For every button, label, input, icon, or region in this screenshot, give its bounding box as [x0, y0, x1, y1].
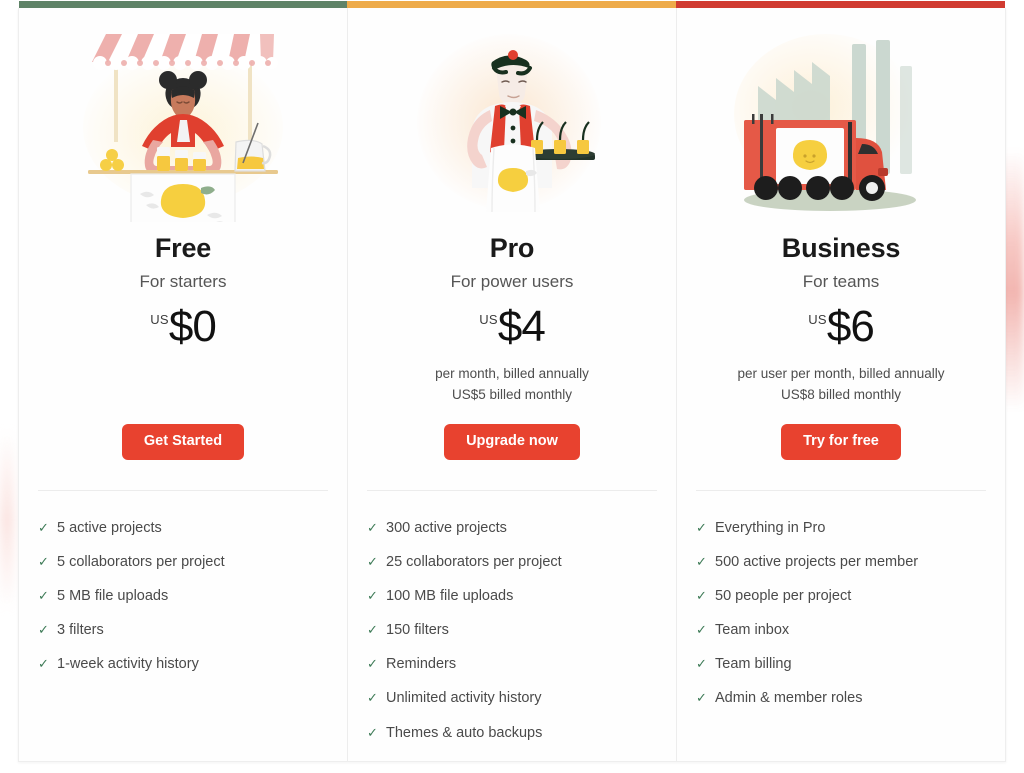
plan-cta-button[interactable]: Upgrade now: [444, 423, 580, 460]
plan-name: Free: [154, 233, 212, 263]
plan-card-business: Business For teams US $6 per user per month,…: [676, 1, 1005, 761]
delivery-truck-illustration: [726, 22, 956, 222]
check-icon: ✓: [696, 519, 707, 535]
feature-item: ✓ 150 filters: [367, 621, 657, 639]
feature-item: ✓ 100 MB file uploads: [367, 587, 657, 605]
feature-item: ✓ 1-week activity history: [38, 655, 328, 673]
check-icon: ✓: [367, 656, 378, 672]
feature-label: Team inbox: [715, 622, 790, 639]
price-currency: US: [479, 312, 498, 328]
section-divider: [367, 489, 657, 491]
check-icon: ✓: [696, 553, 707, 569]
feature-item: ✓ 5 collaborators per project: [38, 553, 328, 571]
plan-tagline: For starters: [139, 271, 227, 291]
feature-item: ✓ 3 filters: [38, 621, 328, 639]
feature-label: 25 collaborators per project: [386, 553, 562, 570]
billing-line-secondary: US$5 billed monthly: [451, 386, 573, 402]
check-icon: ✓: [38, 519, 49, 535]
feature-item: ✓ 5 MB file uploads: [38, 587, 328, 605]
feature-list: ✓ 5 active projects ✓ 5 collaborators per p…: [38, 519, 328, 690]
feature-label: Team billing: [715, 656, 792, 673]
feature-item: ✓ Team billing: [696, 655, 986, 673]
feature-label: 500 active projects per member: [715, 553, 919, 570]
feature-label: 5 collaborators per project: [57, 553, 225, 570]
feature-item: ✓ Unlimited activity history: [367, 689, 657, 707]
plan-card-pro: Pro For power users US $4 per month, billed …: [347, 1, 677, 761]
billing-line-primary: per user per month, billed annually: [737, 365, 945, 381]
feature-item: ✓ Admin & member roles: [696, 689, 986, 707]
check-icon: ✓: [696, 622, 707, 638]
check-icon: ✓: [38, 622, 49, 638]
feature-label: Admin & member roles: [715, 690, 863, 707]
lemonade-stand-illustration: [68, 22, 298, 222]
pricing-table: Free For starters US $0 Get Started ✓ 5 active…: [18, 1, 1006, 762]
check-icon: ✓: [38, 588, 49, 604]
price-amount: $6: [826, 302, 875, 352]
check-icon: ✓: [367, 519, 378, 535]
feature-label: 150 filters: [386, 622, 449, 639]
feature-list: ✓ 300 active projects ✓ 25 collaborators pe…: [367, 519, 657, 758]
plan-accent-bar: [19, 1, 348, 8]
feature-item: ✓ 300 active projects: [367, 519, 657, 537]
feature-item: ✓ Everything in Pro: [696, 519, 986, 537]
feature-item: ✓ 500 active projects per member: [696, 553, 986, 571]
feature-label: 5 active projects: [57, 519, 162, 536]
plan-price: US $4: [479, 302, 546, 352]
plan-price: US $6: [808, 302, 875, 352]
plan-accent-bar: [676, 1, 1005, 8]
billing-note: per month, billed annually US$5 billed mo…: [435, 364, 589, 406]
billing-line-primary: per month, billed annually: [435, 365, 589, 381]
feature-label: 100 MB file uploads: [386, 588, 514, 605]
feature-list: ✓ Everything in Pro ✓ 500 active projects p…: [696, 519, 986, 724]
feature-item: ✓ Team inbox: [696, 621, 986, 639]
feature-item: ✓ 25 collaborators per project: [367, 553, 657, 571]
feature-label: Reminders: [386, 656, 457, 673]
background-decoration-left: [0, 430, 14, 610]
feature-item: ✓ 50 people per project: [696, 587, 986, 605]
check-icon: ✓: [696, 690, 707, 706]
check-icon: ✓: [367, 588, 378, 604]
feature-item: ✓ Themes & auto backups: [367, 724, 657, 742]
check-icon: ✓: [367, 553, 378, 569]
plan-price: US $0: [150, 302, 217, 352]
feature-label: Themes & auto backups: [386, 724, 543, 741]
price-amount: $0: [168, 302, 217, 352]
feature-label: 50 people per project: [715, 588, 852, 605]
plan-accent-bar: [347, 1, 677, 8]
plan-tagline: For teams: [802, 271, 880, 291]
plan-cta-button[interactable]: Get Started: [121, 423, 245, 460]
check-icon: ✓: [367, 724, 378, 740]
feature-label: 5 MB file uploads: [57, 588, 169, 605]
feature-item: ✓ 5 active projects: [38, 519, 328, 537]
feature-label: Everything in Pro: [715, 519, 826, 536]
check-icon: ✓: [38, 553, 49, 569]
billing-note: per user per month, billed annually US$8 …: [737, 364, 944, 406]
price-currency: US: [150, 312, 169, 328]
feature-label: Unlimited activity history: [386, 690, 542, 707]
plan-cta-button[interactable]: Try for free: [781, 423, 901, 460]
feature-label: 3 filters: [57, 622, 104, 639]
plan-name: Pro: [489, 233, 535, 263]
feature-label: 1-week activity history: [57, 656, 199, 673]
billing-line-secondary: US$8 billed monthly: [780, 386, 902, 402]
check-icon: ✓: [367, 622, 378, 638]
price-amount: $4: [497, 302, 546, 352]
feature-label: 300 active projects: [386, 519, 507, 536]
section-divider: [696, 489, 986, 491]
waiter-with-tray-illustration: [397, 22, 627, 222]
price-currency: US: [808, 312, 827, 328]
plan-name: Business: [781, 233, 901, 263]
feature-item: ✓ Reminders: [367, 655, 657, 673]
plan-tagline: For power users: [450, 271, 574, 291]
check-icon: ✓: [367, 690, 378, 706]
check-icon: ✓: [38, 656, 49, 672]
check-icon: ✓: [696, 588, 707, 604]
check-icon: ✓: [696, 656, 707, 672]
section-divider: [38, 489, 328, 491]
plan-card-free: Free For starters US $0 Get Started ✓ 5 active…: [19, 1, 348, 761]
